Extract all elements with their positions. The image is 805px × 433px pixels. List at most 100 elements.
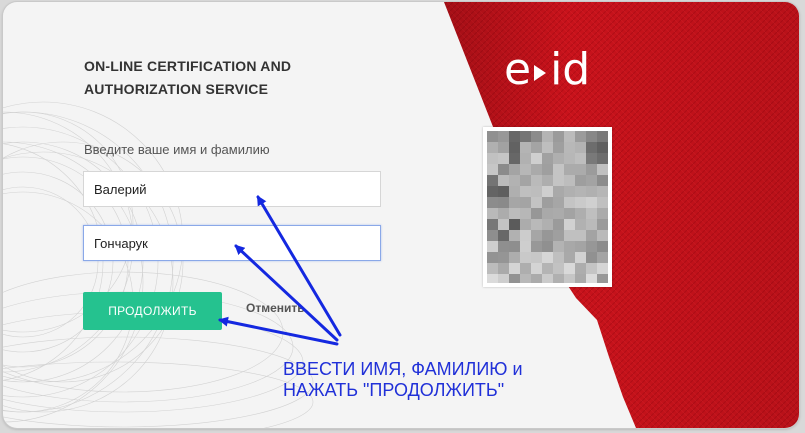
portrait-pixel xyxy=(520,208,531,219)
portrait-pixel xyxy=(553,230,564,241)
portrait-pixel xyxy=(498,131,509,142)
portrait-pixel xyxy=(586,153,597,164)
portrait-pixel xyxy=(542,219,553,230)
play-icon xyxy=(534,65,547,81)
portrait-pixel xyxy=(586,252,597,263)
portrait-pixel xyxy=(597,197,608,208)
portrait-pixel xyxy=(575,208,586,219)
portrait-pixel xyxy=(487,153,498,164)
portrait-pixel xyxy=(553,131,564,142)
portrait-pixel xyxy=(586,197,597,208)
last-name-input[interactable] xyxy=(83,225,381,261)
portrait-pixel xyxy=(520,164,531,175)
portrait-pixel xyxy=(575,197,586,208)
portrait-pixel xyxy=(597,164,608,175)
portrait-pixel xyxy=(487,230,498,241)
portrait-pixel xyxy=(553,263,564,274)
portrait-pixel xyxy=(531,263,542,274)
portrait-pixel xyxy=(575,153,586,164)
portrait-pixel xyxy=(487,219,498,230)
portrait-pixel xyxy=(553,197,564,208)
portrait-pixel xyxy=(531,219,542,230)
portrait-pixel xyxy=(487,241,498,252)
portrait-pixel xyxy=(520,241,531,252)
portrait-pixel xyxy=(586,208,597,219)
portrait-pixel xyxy=(586,186,597,197)
portrait-pixel xyxy=(509,186,520,197)
portrait-pixel xyxy=(542,131,553,142)
portrait-pixel xyxy=(509,219,520,230)
portrait-pixel xyxy=(575,263,586,274)
portrait-pixel xyxy=(520,131,531,142)
portrait-pixel xyxy=(498,208,509,219)
portrait-pixel xyxy=(586,164,597,175)
portrait-pixel xyxy=(553,252,564,263)
service-heading: ON-LINE CERTIFICATION AND AUTHORIZATION … xyxy=(84,58,292,97)
logo-e: e xyxy=(504,44,532,95)
portrait-pixel xyxy=(542,208,553,219)
portrait-pixel xyxy=(564,230,575,241)
portrait-pixel xyxy=(531,153,542,164)
portrait-pixel xyxy=(531,252,542,263)
portrait-pixel xyxy=(542,142,553,153)
first-name-input[interactable] xyxy=(83,171,381,207)
portrait-pixel xyxy=(509,131,520,142)
portrait-pixel xyxy=(575,131,586,142)
portrait-pixel xyxy=(542,153,553,164)
portrait-pixel xyxy=(564,131,575,142)
portrait-pixel xyxy=(542,230,553,241)
instruction-annotation: ВВЕСТИ ИМЯ, ФАМИЛИЮ и НАЖАТЬ "ПРОДОЛЖИТЬ… xyxy=(283,359,523,400)
portrait-pixel xyxy=(553,164,564,175)
portrait-pixel xyxy=(553,186,564,197)
portrait-pixel xyxy=(586,131,597,142)
portrait-pixel xyxy=(487,252,498,263)
portrait-pixel xyxy=(520,252,531,263)
portrait-pixel xyxy=(586,263,597,274)
portrait-pixel xyxy=(509,241,520,252)
portrait-pixel xyxy=(575,274,586,283)
portrait-pixel xyxy=(520,263,531,274)
portrait-pixel xyxy=(575,241,586,252)
portrait-pixel xyxy=(498,219,509,230)
portrait-pixel xyxy=(509,175,520,186)
portrait-pixel xyxy=(597,252,608,263)
portrait-pixel xyxy=(597,142,608,153)
portrait-pixel xyxy=(575,142,586,153)
name-field-label: Введите ваше имя и фамилию xyxy=(84,142,270,157)
portrait-pixel xyxy=(531,186,542,197)
portrait-pixel xyxy=(531,164,542,175)
portrait-pixel xyxy=(509,230,520,241)
portrait-pixel xyxy=(597,208,608,219)
portrait-pixel xyxy=(487,274,498,283)
portrait-pixel xyxy=(597,175,608,186)
portrait-pixel xyxy=(531,241,542,252)
portrait-pixel xyxy=(498,153,509,164)
portrait-pixel xyxy=(597,219,608,230)
eid-logo: e id xyxy=(504,48,590,92)
portrait-pixel xyxy=(586,241,597,252)
portrait-pixel xyxy=(553,219,564,230)
portrait-pixel xyxy=(564,274,575,283)
portrait-pixel xyxy=(575,175,586,186)
portrait-pixel xyxy=(597,230,608,241)
portrait-pixel xyxy=(564,164,575,175)
logo-id: id xyxy=(550,44,591,95)
portrait-pixel xyxy=(520,219,531,230)
portrait-pixel xyxy=(509,252,520,263)
portrait-pixel xyxy=(498,186,509,197)
continue-button[interactable]: ПРОДОЛЖИТЬ xyxy=(83,292,222,330)
portrait-pixel xyxy=(553,175,564,186)
portrait-pixel xyxy=(509,142,520,153)
portrait-pixel xyxy=(487,142,498,153)
portrait-pixel xyxy=(531,131,542,142)
portrait-pixel xyxy=(509,263,520,274)
portrait-pixel xyxy=(498,241,509,252)
portrait-pixel xyxy=(498,263,509,274)
portrait-pixel xyxy=(520,230,531,241)
cancel-link[interactable]: Отменить xyxy=(246,301,305,315)
portrait-pixel xyxy=(575,186,586,197)
portrait-pixel xyxy=(564,153,575,164)
portrait-pixel xyxy=(597,186,608,197)
portrait-pixel xyxy=(564,219,575,230)
auth-card: ON-LINE CERTIFICATION AND AUTHORIZATION … xyxy=(3,2,799,428)
